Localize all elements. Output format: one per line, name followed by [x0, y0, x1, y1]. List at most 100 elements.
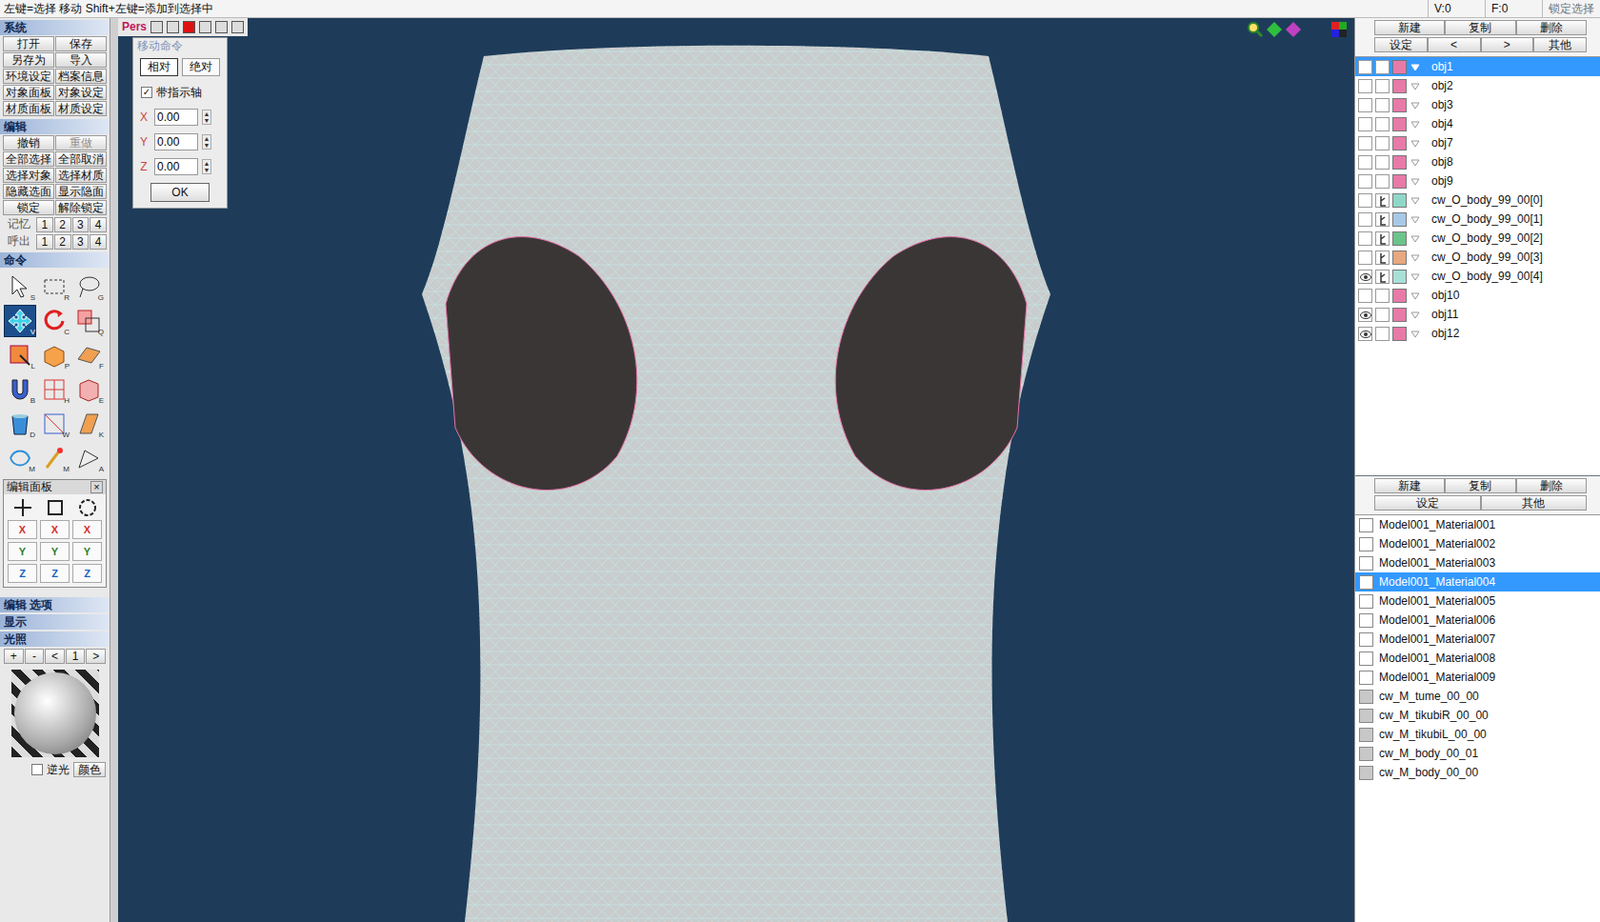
tool-button[interactable]: V: [3, 304, 37, 338]
lock-toggle[interactable]: [1375, 326, 1390, 341]
material-row[interactable]: Model001_Material003: [1355, 553, 1600, 573]
material-box[interactable]: [1359, 670, 1374, 685]
panel-button[interactable]: 撤销: [2, 135, 55, 151]
tool-button[interactable]: B: [3, 373, 37, 406]
slot-button[interactable]: 4: [89, 234, 107, 250]
object-color[interactable]: [1392, 60, 1407, 75]
visibility-toggle[interactable]: [1358, 98, 1373, 113]
light-button[interactable]: -: [24, 648, 45, 664]
lock-toggle[interactable]: [1375, 155, 1390, 170]
object-color[interactable]: [1392, 326, 1407, 341]
visibility-toggle[interactable]: [1358, 288, 1373, 303]
object-row[interactable]: obj1: [1355, 57, 1600, 77]
material-row[interactable]: Model001_Material006: [1355, 610, 1600, 630]
mode-tab[interactable]: 相对: [140, 58, 179, 77]
material-row[interactable]: Model001_Material001: [1355, 515, 1600, 535]
panel-button[interactable]: 导入: [55, 52, 107, 68]
material-row[interactable]: cw_M_tikubiR_00_00: [1355, 705, 1600, 725]
material-box[interactable]: [1359, 765, 1374, 780]
lock-selection[interactable]: 锁定选择: [1541, 0, 1600, 18]
lock-toggle[interactable]: [1375, 288, 1390, 303]
panel-button[interactable]: 显示隐面: [55, 183, 107, 200]
object-row[interactable]: cw_O_body_99_00[2]: [1355, 228, 1600, 248]
object-color[interactable]: [1392, 307, 1407, 322]
panel-button[interactable]: 全部选择: [2, 151, 55, 167]
object-color[interactable]: [1392, 269, 1407, 284]
object-color[interactable]: [1392, 155, 1407, 170]
slot-button[interactable]: 1: [36, 217, 54, 233]
visibility-toggle[interactable]: [1358, 79, 1373, 94]
lock-toggle[interactable]: [1375, 212, 1390, 227]
panel-button[interactable]: 其他: [1533, 37, 1587, 53]
mode-button[interactable]: [40, 498, 70, 518]
object-row[interactable]: obj10: [1355, 285, 1600, 305]
tool-button[interactable]: D: [3, 407, 37, 440]
tool-button[interactable]: M: [3, 441, 37, 475]
lock-toggle[interactable]: [1375, 60, 1390, 75]
object-row[interactable]: cw_O_body_99_00[1]: [1355, 209, 1600, 229]
panel-button[interactable]: 对象面板: [2, 84, 55, 100]
mode-button[interactable]: [7, 498, 38, 518]
panel-button[interactable]: 设定: [1374, 37, 1428, 53]
panel-button[interactable]: 材质设定: [55, 100, 107, 117]
axis-button[interactable]: Z: [40, 563, 70, 583]
material-box[interactable]: [1359, 746, 1374, 761]
visibility-toggle[interactable]: [1358, 212, 1373, 227]
panel-button[interactable]: 另存为: [2, 52, 55, 68]
lock-toggle[interactable]: [1375, 307, 1390, 322]
lock-toggle[interactable]: [1375, 117, 1390, 132]
material-box[interactable]: [1359, 651, 1374, 666]
axis-button[interactable]: Z: [72, 563, 102, 583]
light-sphere[interactable]: [11, 669, 100, 758]
panel-button[interactable]: >: [1480, 37, 1535, 53]
material-row[interactable]: cw_M_tume_00_00: [1355, 686, 1600, 706]
visibility-toggle[interactable]: [1358, 155, 1373, 170]
object-row[interactable]: obj12: [1355, 323, 1600, 343]
panel-button[interactable]: 选择材质: [55, 167, 107, 183]
tool-button[interactable]: W: [38, 407, 71, 440]
visibility-toggle[interactable]: [1358, 231, 1373, 246]
material-row[interactable]: Model001_Material004: [1355, 572, 1600, 592]
visibility-toggle[interactable]: [1358, 193, 1373, 208]
material-row[interactable]: Model001_Material007: [1355, 629, 1600, 649]
material-row[interactable]: cw_M_body_00_00: [1355, 762, 1600, 782]
tool-button[interactable]: A: [72, 441, 105, 475]
tool-button[interactable]: M: [38, 441, 71, 475]
object-row[interactable]: obj9: [1355, 171, 1600, 191]
object-color[interactable]: [1392, 193, 1407, 208]
lock-toggle[interactable]: [1375, 98, 1390, 113]
panel-button[interactable]: 解除锁定: [55, 200, 107, 216]
tool-button[interactable]: R: [38, 270, 71, 303]
axis-button[interactable]: Z: [7, 563, 38, 583]
tool-button[interactable]: G: [72, 270, 105, 303]
grid-icon[interactable]: [150, 20, 163, 34]
panel-button[interactable]: 对象设定: [55, 84, 107, 100]
object-row[interactable]: obj7: [1355, 133, 1600, 153]
slot-button[interactable]: 2: [54, 217, 72, 233]
material-row[interactable]: Model001_Material005: [1355, 591, 1600, 611]
panel-button[interactable]: 删除: [1516, 478, 1587, 494]
panel-button[interactable]: 档案信息: [55, 68, 107, 84]
tool-button[interactable]: S: [3, 270, 37, 303]
mode-tab[interactable]: 绝对: [181, 58, 220, 77]
mode-button[interactable]: [72, 498, 102, 518]
material-box[interactable]: [1359, 632, 1374, 647]
axis-button[interactable]: X: [7, 520, 38, 540]
spin-button[interactable]: ▲▼: [201, 109, 212, 125]
object-color[interactable]: [1392, 212, 1407, 227]
axis-button[interactable]: Y: [72, 541, 102, 561]
visibility-toggle[interactable]: [1358, 60, 1373, 75]
object-color[interactable]: [1392, 117, 1407, 132]
show-axis-checkbox[interactable]: ✓: [140, 86, 153, 99]
material-box[interactable]: [1359, 556, 1374, 571]
material-box[interactable]: [1359, 575, 1374, 590]
panel-button[interactable]: 材质面板: [2, 100, 55, 117]
material-row[interactable]: Model001_Material009: [1355, 667, 1600, 687]
object-row[interactable]: obj11: [1355, 304, 1600, 324]
visibility-toggle[interactable]: [1358, 136, 1373, 151]
tool-button[interactable]: H: [38, 373, 71, 406]
material-row[interactable]: cw_M_body_00_01: [1355, 743, 1600, 763]
slot-button[interactable]: 2: [54, 234, 72, 250]
slot-button[interactable]: 1: [36, 234, 54, 250]
record-icon[interactable]: [166, 20, 180, 34]
